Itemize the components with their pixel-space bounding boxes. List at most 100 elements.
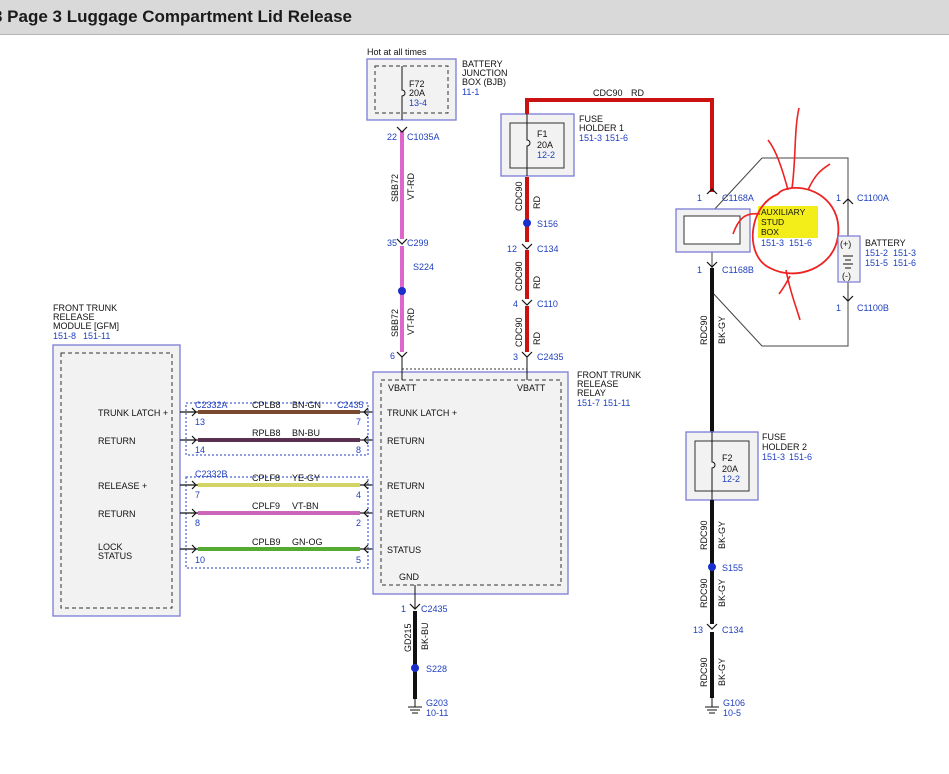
c1168a-pin: 1 [697, 193, 702, 203]
gnd-c2435-pin: 1 [401, 604, 406, 614]
relay-connector-icons [360, 407, 373, 554]
c1168b-label: C1168B [722, 265, 754, 275]
f1-fuse-rating: 20A [537, 140, 553, 150]
rdc90-seg4-circuit: RDC90 [699, 657, 709, 687]
c2332b-label: C2332B [195, 469, 228, 479]
relay-ref-2: 151-11 [603, 398, 630, 408]
s228-splice-dot [411, 664, 419, 672]
gd215-color: BK-BU [420, 622, 430, 650]
cdc90-seg3-color: RD [532, 332, 542, 345]
s224-splice-dot [398, 287, 406, 295]
relay-pin-label-return-1: RETURN [387, 436, 425, 446]
c1100a-label: C1100A [857, 193, 889, 203]
f72-fuse-ref: 13-4 [409, 98, 427, 108]
relay-vbatt-left: VBATT [388, 383, 417, 393]
cplb8-circuit: CPLB8 [252, 400, 281, 410]
cdc90-seg2-color: RD [532, 276, 542, 289]
fuse-holder-1-ref-2: 151-6 [605, 133, 628, 143]
c110-label: C110 [537, 299, 558, 309]
rplb8-color: BN-BU [292, 428, 320, 438]
aux-stud-name-line-3: BOX [761, 227, 779, 237]
rdc90-seg2-color: BK-GY [717, 521, 727, 549]
fuse-holder-2-ref-1: 151-3 [762, 452, 785, 462]
rdc90-seg2-circuit: RDC90 [699, 520, 709, 550]
relay-ref-1: 151-7 [577, 398, 600, 408]
s155-splice-dot [708, 563, 716, 571]
aux-stud-name-line-2: STUD [761, 217, 784, 227]
rdc90-seg3-circuit: RDC90 [699, 578, 709, 608]
hot-at-all-times-label: Hot at all times [367, 47, 427, 57]
g203-ref: 10-11 [426, 708, 448, 718]
c1035a-connector-icon [396, 126, 408, 133]
relay-pin-4: 4 [356, 490, 361, 500]
bjb-ref: 11-1 [462, 87, 479, 97]
relay-pin-label-return-3: RETURN [387, 509, 425, 519]
module-pin-label-return-2: RETURN [98, 509, 136, 519]
sbb72-seg2-circuit: SBB72 [390, 309, 400, 337]
rdc90-seg4-color: BK-GY [717, 658, 727, 686]
module-ref-1: 151-8 [53, 331, 76, 341]
g203-label: G203 [426, 698, 448, 708]
cdc90-seg1-color: RD [532, 196, 542, 209]
c1168a-label: C1168A [722, 193, 754, 203]
f1-fuse-name: F1 [537, 129, 548, 139]
page-header: 3 Page 3 Luggage Compartment Lid Release [0, 0, 949, 35]
module-pin-7: 7 [195, 490, 200, 500]
c1168b-pin: 1 [697, 265, 702, 275]
g106-label: G106 [723, 698, 745, 708]
battery-ref-3: 151-5 [865, 258, 888, 268]
s156-label: S156 [537, 219, 558, 229]
battery-plus-label: (+) [840, 239, 851, 249]
module-pin-label-return-1: RETURN [98, 436, 136, 446]
cdc90-seg1-circuit: CDC90 [514, 181, 524, 211]
module-ref-2: 151-11 [83, 331, 110, 341]
module-pin-13: 13 [195, 417, 205, 427]
rdc90-seg3-color: BK-GY [717, 579, 727, 607]
c110-pin: 4 [513, 299, 518, 309]
relay-pin-6-connector-icon [396, 351, 408, 358]
bjb-name-line-3: BOX (BJB) [462, 77, 506, 87]
cplb8-color: BN-GN [292, 400, 321, 410]
f1-fuse-ref: 12-2 [537, 150, 555, 160]
fuse-holder-2-ref-2: 151-6 [789, 452, 812, 462]
c134-bottom-connector-icon [706, 623, 718, 630]
gnd-c2435-label: C2435 [421, 604, 448, 614]
module-pin-14: 14 [195, 445, 205, 455]
page-title: 3 Page 3 Luggage Compartment Lid Release [0, 7, 352, 26]
c1100a-pin: 1 [836, 193, 841, 203]
relay-pin-3-connector-icon [521, 351, 533, 358]
sbb72-seg1-color: VT-RD [406, 172, 416, 200]
module-pin-label-release: RELEASE + [98, 481, 147, 491]
c134-top-pin: 12 [507, 244, 517, 254]
rplb8-circuit: RPLB8 [252, 428, 281, 438]
module-connector-icons [180, 407, 198, 554]
s224-label: S224 [413, 262, 434, 272]
battery-ref-2: 151-3 [893, 248, 916, 258]
aux-stud-name-line-1: AUXILIARY [761, 207, 806, 217]
relay-name-line-3: RELAY [577, 388, 606, 398]
battery-minus-label: (-) [842, 271, 851, 281]
c1100b-pin: 1 [836, 303, 841, 313]
cdc90-seg2-circuit: CDC90 [514, 261, 524, 291]
fuse-holder-1-ref-1: 151-3 [579, 133, 602, 143]
top-wire-circuit: CDC90 [593, 88, 623, 98]
sbb72-seg1-circuit: SBB72 [390, 174, 400, 202]
relay-pin-5: 5 [356, 555, 361, 565]
cplb9-color: GN-OG [292, 537, 323, 547]
cplf9-color: VT-BN [292, 501, 319, 511]
c134-bottom-pin: 13 [693, 625, 703, 635]
f2-fuse-rating: 20A [722, 464, 738, 474]
relay-pin-label-trunk-latch: TRUNK LATCH + [387, 408, 457, 418]
cplf8-color: YE-GY [292, 473, 320, 483]
c110-connector-icon [521, 299, 533, 306]
cplb9-circuit: CPLB9 [252, 537, 281, 547]
sbb72-seg2-color: VT-RD [406, 307, 416, 335]
module-pin-label-status: STATUS [98, 551, 132, 561]
wiring-diagram: Hot at all times F72 20A 13-4 BATTERY JU… [52, 47, 916, 718]
module-pin-10: 10 [195, 555, 205, 565]
battery-ref-1: 151-2 [865, 248, 888, 258]
relay-c2435-top-label: C2435 [537, 352, 564, 362]
top-wire-color: RD [631, 88, 644, 98]
relay-pin-2: 2 [356, 518, 361, 528]
module-name-line-3: MODULE [GFM] [53, 321, 119, 331]
